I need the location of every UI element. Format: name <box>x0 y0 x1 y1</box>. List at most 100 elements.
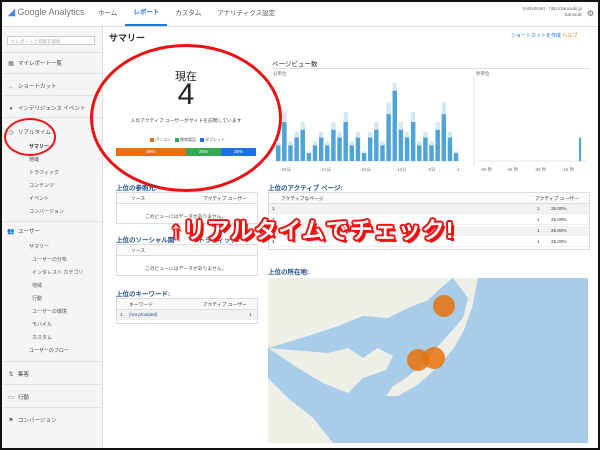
pageview-bar <box>441 114 447 161</box>
row-users: 1 <box>249 312 252 317</box>
keywords-table: キーワード アクティブ ユーザー 1. (not provided) 1 <box>116 298 258 324</box>
sidebar-item-realtime[interactable]: ◷ リアルタイム <box>2 128 102 136</box>
divider <box>2 407 102 408</box>
sidebar-item-behavior[interactable]: ▭ 行動 <box>2 393 102 401</box>
sidebar-sub-realtime-content[interactable]: コンテンツ <box>29 182 54 189</box>
location-marker[interactable] <box>423 347 445 369</box>
location-marker[interactable] <box>433 295 455 317</box>
table-row[interactable]: 1. (not provided) 1 <box>117 310 257 320</box>
device-share-mobile: 25% <box>186 148 221 156</box>
overlay-caption: ↑リアルタイムでチェック! <box>170 217 455 243</box>
divider <box>2 384 102 385</box>
legend-tablet: タブレット <box>205 137 226 142</box>
nav-custom[interactable]: カスタム <box>167 2 209 26</box>
sidebar-item-label: ユーザー <box>18 229 40 235</box>
sidebar: ⚲ レポートと移動を検索 ▦ マイレポート一覧 ← ショートカット ● インテリジェン… <box>2 27 103 448</box>
divider <box>2 95 102 96</box>
pageview-bar <box>331 129 336 161</box>
sidebar-sub-users-behavior[interactable]: 行動 <box>32 295 42 302</box>
sidebar-item-conversions[interactable]: ⚑ コンバージョン <box>2 416 102 424</box>
pageview-bar <box>410 122 416 161</box>
sidebar-sub-realtime-conversions[interactable]: コンバージョン <box>29 208 64 215</box>
sidebar-item-label: 集客 <box>18 372 30 378</box>
pageview-bar <box>404 137 410 161</box>
col-page: アクティブなページ <box>281 197 324 202</box>
x-tick: -6分 <box>427 166 436 173</box>
logo-text: Google Analytics <box>17 7 85 17</box>
sidebar-sub-users-demographics[interactable]: ユーザーの分布 <box>32 256 67 263</box>
acquisition-icon: ⇅ <box>8 372 14 378</box>
sidebar-item-users[interactable]: 👥 ユーザー <box>2 227 102 235</box>
nav-reports[interactable]: レポート <box>125 2 168 26</box>
users-icon: 👥 <box>7 229 15 235</box>
sidebar-sub-users-flow[interactable]: ユーザーのフロー <box>29 347 69 354</box>
pageviews-title: ページビュー数 <box>272 61 318 68</box>
ga-logo[interactable]: ◢ Google Analytics <box>8 7 84 18</box>
sidebar-sub-users-summary[interactable]: サマリー <box>29 243 49 250</box>
sidebar-sub-users-geo[interactable]: 地域 <box>32 282 42 289</box>
x-tick: -16分 <box>360 166 372 173</box>
search-icon: ⚲ <box>11 39 15 44</box>
sidebar-sub-users-technology[interactable]: ユーザーの環境 <box>32 308 67 315</box>
sidebar-item-shortcuts[interactable]: ← ショートカット <box>2 82 102 90</box>
device-share-desktop: 50% <box>116 148 186 156</box>
sidebar-sub-realtime-events[interactable]: イベント <box>29 195 49 202</box>
legend-swatch <box>200 137 205 142</box>
active-users-caption: 人のアクティブ ユーザーがサイトを訪問しています <box>130 119 242 124</box>
row-keyword[interactable]: (not provided) <box>129 312 157 317</box>
device-legend: パソコン 携帯電話 タブレット <box>116 137 256 143</box>
row-num: 1. <box>120 312 124 317</box>
gear-icon[interactable]: ⚙ <box>587 9 594 18</box>
sidebar-item-dashboards[interactable]: ▦ マイレポート一覧 <box>2 59 102 67</box>
search-input[interactable]: ⚲ レポートと移動を検索 <box>7 36 95 45</box>
sidebar-item-acquisition[interactable]: ⇅ 集客 <box>2 370 102 378</box>
help-link[interactable]: ヘルプ <box>562 33 577 39</box>
grid-icon: ▦ <box>8 61 14 67</box>
nav-admin[interactable]: アナリティクス設定 <box>209 2 283 26</box>
keywords-title: 上位のキーワード: <box>116 291 171 298</box>
table-header: ソース <box>117 245 257 256</box>
col-active-users[interactable]: アクティブ ユーザー <box>203 301 247 308</box>
table-header: ソース アクティブ ユーザー <box>117 193 257 204</box>
social-table: ソース このビューにはデータがありません。 <box>116 244 258 276</box>
sidebar-item-intelligence[interactable]: ● インテリジェンス イベント <box>2 104 102 112</box>
device-share-tablet: 25% <box>221 148 256 156</box>
sidebar-sub-users-custom[interactable]: カスタム <box>32 334 52 341</box>
locations-map[interactable] <box>268 278 588 443</box>
legend-mobile: 携帯電話 <box>180 137 196 142</box>
legend-swatch <box>149 137 154 142</box>
col-keyword: キーワード <box>129 303 153 308</box>
col-active-users[interactable]: アクティブ ユーザー <box>203 195 247 202</box>
page-title: サマリー <box>109 33 146 43</box>
col-source: ソース <box>131 249 146 254</box>
active-pages-title: 上位のアクティブ ページ: <box>268 185 343 192</box>
sidebar-item-label: マイレポート一覧 <box>18 61 63 67</box>
nav-home[interactable]: ホーム <box>90 2 125 26</box>
pageview-bar <box>435 129 440 161</box>
clock-icon: ◷ <box>8 130 14 136</box>
table-header: キーワード アクティブ ユーザー <box>117 299 257 310</box>
col-active-users[interactable]: アクティブ ユーザー <box>535 195 579 202</box>
sidebar-item-label: 行動 <box>18 395 30 401</box>
row-users: 1 <box>537 217 540 222</box>
x-tick: -45 秒 <box>506 166 519 173</box>
create-shortcut-link[interactable]: ショートカットを作成 ヘルプ <box>511 32 577 39</box>
col-source: ソース <box>131 197 146 202</box>
x-tick: -15 秒 <box>562 166 575 173</box>
sidebar-sub-users-interests[interactable]: インタレスト カテゴリ <box>32 269 83 276</box>
sidebar-sub-realtime-traffic[interactable]: トラフィック <box>29 169 59 176</box>
sidebar-sub-users-mobile[interactable]: モバイル <box>32 321 52 328</box>
sidebar-sub-realtime-location[interactable]: 地域 <box>29 156 39 163</box>
pageview-bar <box>453 153 459 161</box>
table-header: アクティブなページ アクティブ ユーザー <box>269 193 589 204</box>
no-data-message: このビューにはデータがありません。 <box>145 267 227 272</box>
pageviews-chart: 分単位 秒単位 -26分 -21分 -16分 -11分 -6分 -1 -60 秒… <box>272 68 590 177</box>
top-bar: ◢ Google Analytics ホーム レポート カスタム アナリティクス… <box>2 2 598 27</box>
locations-title: 上位の所在地: <box>268 269 310 276</box>
account-selector[interactable]: SARUSUKI - http://sarusuki.jp Sarusuki <box>522 6 582 18</box>
row-pct: 25.00% <box>551 239 567 244</box>
divider <box>2 221 102 222</box>
row-users: 1 <box>537 228 540 233</box>
shortcut-label: ショートカットを作成 <box>511 33 562 39</box>
sidebar-sub-realtime-summary[interactable]: サマリー <box>29 143 49 150</box>
